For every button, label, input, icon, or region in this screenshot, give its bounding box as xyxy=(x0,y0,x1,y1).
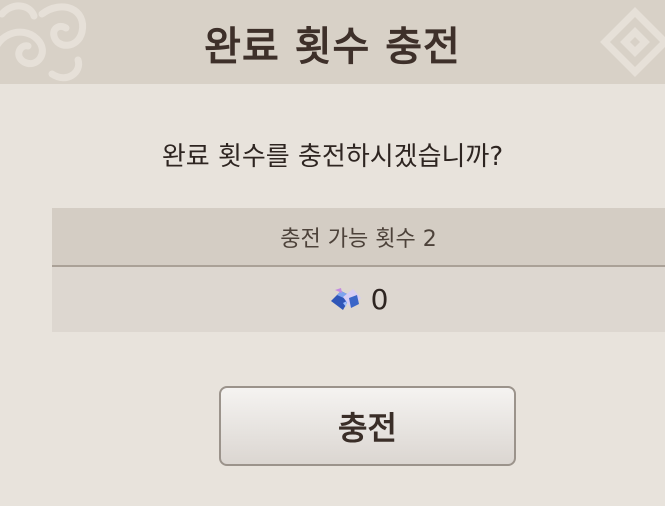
available-charges-label: 충전 가능 횟수 2 xyxy=(52,208,665,267)
cost-value: 0 xyxy=(370,283,389,316)
crystal-gem-icon xyxy=(330,287,361,310)
charge-cost: 0 xyxy=(52,267,665,332)
confirm-question: 완료 횟수를 충전하시겠습니까? xyxy=(161,142,504,172)
charge-info-panel: 충전 가능 횟수 2 0 xyxy=(52,208,665,332)
charge-button[interactable]: 충전 xyxy=(219,386,516,466)
dialog-header: 완료 횟수 충전 xyxy=(0,0,665,84)
dialog-title: 완료 횟수 충전 xyxy=(204,24,461,70)
